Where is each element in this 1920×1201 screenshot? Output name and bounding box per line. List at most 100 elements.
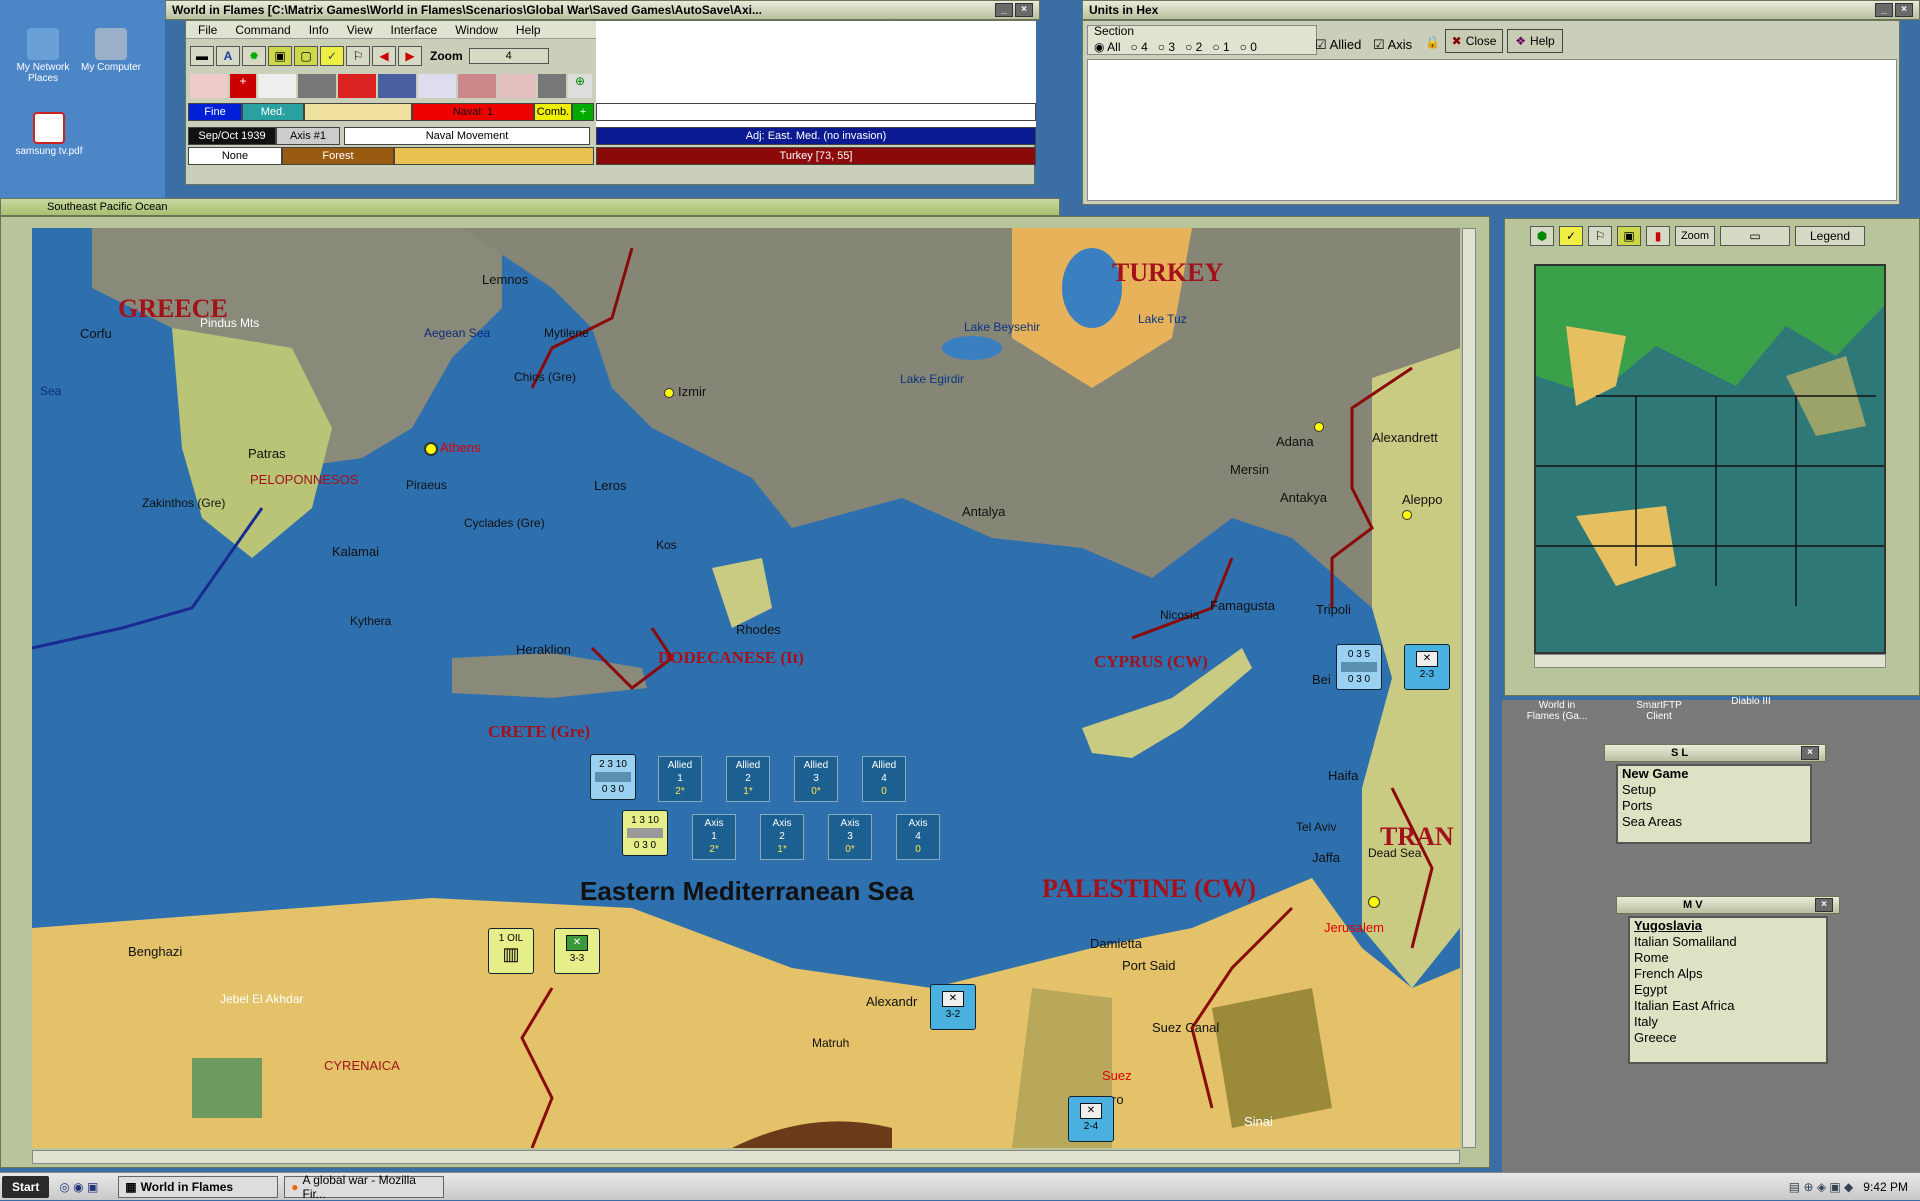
- mv-item-rome[interactable]: Rome: [1630, 950, 1826, 966]
- map-vertical-scrollbar[interactable]: [1462, 228, 1476, 1148]
- zoom-slider[interactable]: 4: [468, 48, 549, 64]
- allied-infantry-counter-3[interactable]: ✕ 2-3: [1404, 644, 1450, 690]
- allied-box-1[interactable]: Allied 1 2*: [658, 756, 702, 802]
- sl-list[interactable]: New Game Setup Ports Sea Areas: [1616, 764, 1812, 844]
- mv-item-italian-somaliland[interactable]: Italian Somaliland: [1630, 934, 1826, 950]
- menu-window[interactable]: Window: [455, 23, 498, 37]
- izmir-city-icon[interactable]: [664, 388, 674, 398]
- minimap[interactable]: [1534, 264, 1886, 654]
- flag-usa[interactable]: [458, 74, 496, 98]
- allied-box-4[interactable]: Allied 4 0: [862, 756, 906, 802]
- units-minimize-icon[interactable]: _: [1875, 3, 1893, 17]
- menu-command[interactable]: Command: [235, 23, 290, 37]
- close-button[interactable]: ✖ Close: [1445, 29, 1503, 53]
- flag-icon-2[interactable]: ⚐: [1588, 226, 1612, 246]
- allied-infantry-counter-1[interactable]: ✕ 3-2: [930, 984, 976, 1030]
- radio-all[interactable]: ◉ All: [1094, 40, 1121, 54]
- menu-interface[interactable]: Interface: [391, 23, 438, 37]
- adana-city-icon[interactable]: [1314, 422, 1324, 432]
- radio-4[interactable]: ○ 4: [1131, 40, 1148, 54]
- flag-icon[interactable]: ⚐: [346, 46, 370, 66]
- pdf-file-icon[interactable]: samsung tv.pdf: [14, 112, 84, 157]
- ruler-icon[interactable]: ▭: [1720, 226, 1790, 246]
- sl-close-icon[interactable]: ×: [1801, 746, 1819, 760]
- smartftp-icon[interactable]: SmartFTP Client: [1624, 700, 1694, 722]
- game-map[interactable]: GREECE TURKEY DODECANESE (It) CYPRUS (CW…: [32, 228, 1460, 1148]
- athens-capital-icon[interactable]: [424, 442, 438, 456]
- units-list[interactable]: [1087, 59, 1897, 201]
- axis-box-2[interactable]: Axis 2 1*: [760, 814, 804, 860]
- axis-infantry-counter[interactable]: ✕ 3-3: [554, 928, 600, 974]
- mv-list[interactable]: Yugoslavia Italian Somaliland Rome Frenc…: [1628, 916, 1828, 1064]
- arrow-right-icon[interactable]: ▶: [398, 46, 422, 66]
- jerusalem-city-icon[interactable]: [1368, 896, 1380, 908]
- check-icon-2[interactable]: ✓: [1559, 226, 1583, 246]
- flag-other[interactable]: [538, 74, 566, 98]
- sl-item-new-game[interactable]: New Game: [1618, 766, 1810, 782]
- menu-info[interactable]: Info: [309, 23, 329, 37]
- my-computer-icon[interactable]: My Computer: [76, 28, 146, 73]
- map-horizontal-scrollbar[interactable]: [32, 1150, 1460, 1164]
- aleppo-city-icon[interactable]: [1402, 510, 1412, 520]
- map-window-title-bar[interactable]: Southeast Pacific Ocean: [0, 198, 1060, 216]
- radio-3[interactable]: ○ 3: [1158, 40, 1175, 54]
- allied-ship-counter[interactable]: 2 3 10 0 3 0: [590, 754, 636, 800]
- units-close-icon[interactable]: ×: [1895, 3, 1913, 17]
- menu-view[interactable]: View: [347, 23, 373, 37]
- mv-item-french-alps[interactable]: French Alps: [1630, 966, 1826, 982]
- main-title-bar[interactable]: World in Flames [C:\Matrix Games\World i…: [165, 0, 1040, 20]
- check-icon[interactable]: ✓: [320, 46, 344, 66]
- mv-close-icon[interactable]: ×: [1815, 898, 1833, 912]
- thermometer-icon[interactable]: ▮: [1646, 226, 1670, 246]
- axis-box-3[interactable]: Axis 3 0*: [828, 814, 872, 860]
- sl-title-bar[interactable]: S L ×: [1604, 744, 1826, 762]
- mv-item-italian-east-africa[interactable]: Italian East Africa: [1630, 998, 1826, 1014]
- grid-icon[interactable]: ▣: [268, 46, 292, 66]
- task-firefox[interactable]: ● A global war - Mozilla Fir...: [284, 1173, 445, 1201]
- minimize-icon[interactable]: _: [995, 3, 1013, 17]
- allied-infantry-counter-2[interactable]: ✕ 2-4: [1068, 1096, 1114, 1142]
- radio-2[interactable]: ○ 2: [1185, 40, 1202, 54]
- flag-china[interactable]: [338, 74, 376, 98]
- sl-item-setup[interactable]: Setup: [1618, 782, 1810, 798]
- select-icon[interactable]: ▢: [294, 46, 318, 66]
- sl-item-ports[interactable]: Ports: [1618, 798, 1810, 814]
- allied-box-2[interactable]: Allied 2 1*: [726, 756, 770, 802]
- mv-item-yugoslavia[interactable]: Yugoslavia: [1630, 918, 1826, 934]
- gear-icon[interactable]: ✹: [242, 46, 266, 66]
- flag-japan[interactable]: [258, 74, 296, 98]
- globe-icon[interactable]: ⊕: [568, 74, 592, 98]
- flag-grey[interactable]: [298, 74, 336, 98]
- allied-transport-counter[interactable]: 0 3 5 0 3 0: [1336, 644, 1382, 690]
- network-places-icon[interactable]: My Network Places: [8, 28, 78, 84]
- axis-ship-counter[interactable]: 1 3 10 0 3 0: [622, 810, 668, 856]
- combat-icon[interactable]: +: [572, 103, 594, 121]
- start-button[interactable]: Start: [2, 1175, 50, 1198]
- diablo-icon[interactable]: Diablo III: [1716, 696, 1786, 707]
- axis-checkbox[interactable]: ☑ Axis: [1373, 37, 1412, 53]
- allied-box-3[interactable]: Allied 3 0*: [794, 756, 838, 802]
- arrow-left-icon[interactable]: ◀: [372, 46, 396, 66]
- oil-resource-counter[interactable]: 1 OIL ▥: [488, 928, 534, 974]
- sl-item-sea-areas[interactable]: Sea Areas: [1618, 814, 1810, 830]
- flag-1[interactable]: [190, 74, 228, 98]
- close-icon[interactable]: ×: [1015, 3, 1033, 17]
- flag-uk[interactable]: [378, 74, 416, 98]
- axis-box-4[interactable]: Axis 4 0: [896, 814, 940, 860]
- text-icon[interactable]: A: [216, 46, 240, 66]
- axis-box-1[interactable]: Axis 1 2*: [692, 814, 736, 860]
- mv-item-egypt[interactable]: Egypt: [1630, 982, 1826, 998]
- radio-1[interactable]: ○ 1: [1212, 40, 1229, 54]
- lock-icon[interactable]: 🔒: [1425, 35, 1440, 49]
- allied-checkbox[interactable]: ☑ Allied: [1315, 37, 1361, 53]
- radio-0[interactable]: ○ 0: [1240, 40, 1257, 54]
- grid-icon-2[interactable]: ▣: [1617, 226, 1641, 246]
- flag-swiss[interactable]: +: [230, 74, 256, 98]
- menu-help[interactable]: Help: [516, 23, 541, 37]
- task-world-in-flames[interactable]: ▦ World in Flames: [118, 1175, 279, 1198]
- mv-item-greece[interactable]: Greece: [1630, 1030, 1826, 1046]
- flag-italy[interactable]: [498, 74, 536, 98]
- units-title-bar[interactable]: Units in Hex _ ×: [1082, 0, 1920, 20]
- mv-title-bar[interactable]: M V ×: [1616, 896, 1840, 914]
- tray-icons[interactable]: ▤ ⊕ ◈ ▣ ◆: [1789, 1180, 1854, 1194]
